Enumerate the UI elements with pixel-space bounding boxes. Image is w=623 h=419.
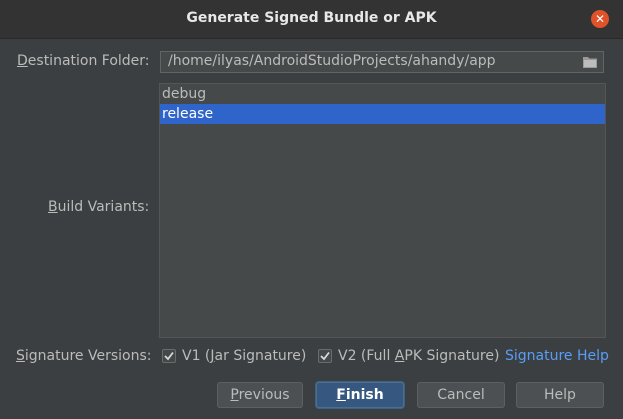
previous-button[interactable]: Previous	[217, 382, 303, 408]
signature-help-link[interactable]: Signature Help	[505, 348, 609, 364]
v1-signature-label[interactable]: V1 (Jar Signature)	[182, 348, 306, 364]
v2-signature-checkbox[interactable]	[318, 349, 332, 363]
build-variants-label: Build Variants:	[48, 199, 150, 215]
folder-icon[interactable]	[583, 56, 597, 68]
finish-button[interactable]: Finish	[316, 382, 404, 408]
dialog-title: Generate Signed Bundle or APK	[186, 10, 437, 26]
v2-signature-label[interactable]: V2 (Full APK Signature)	[338, 348, 499, 364]
help-button[interactable]: Help	[516, 382, 604, 408]
title-bar: Generate Signed Bundle or APK ✕	[0, 0, 623, 39]
build-variants-list[interactable]: debug release	[159, 83, 606, 338]
close-icon[interactable]: ✕	[591, 10, 609, 28]
destination-folder-label: Destination Folder:	[17, 53, 150, 69]
destination-folder-value[interactable]: /home/ilyas/AndroidStudioProjects/ahandy…	[168, 53, 496, 69]
variant-item-release[interactable]: release	[160, 104, 605, 124]
v1-signature-checkbox[interactable]	[162, 349, 176, 363]
checkmark-icon	[320, 351, 330, 361]
dialog-body: Destination Folder: /home/ilyas/AndroidS…	[0, 39, 623, 419]
variant-item-debug[interactable]: debug	[160, 84, 605, 104]
signature-versions-label: Signature Versions:	[16, 348, 152, 364]
checkmark-icon	[164, 351, 174, 361]
cancel-button[interactable]: Cancel	[417, 382, 505, 408]
destination-folder-field[interactable]: /home/ilyas/AndroidStudioProjects/ahandy…	[160, 51, 604, 73]
